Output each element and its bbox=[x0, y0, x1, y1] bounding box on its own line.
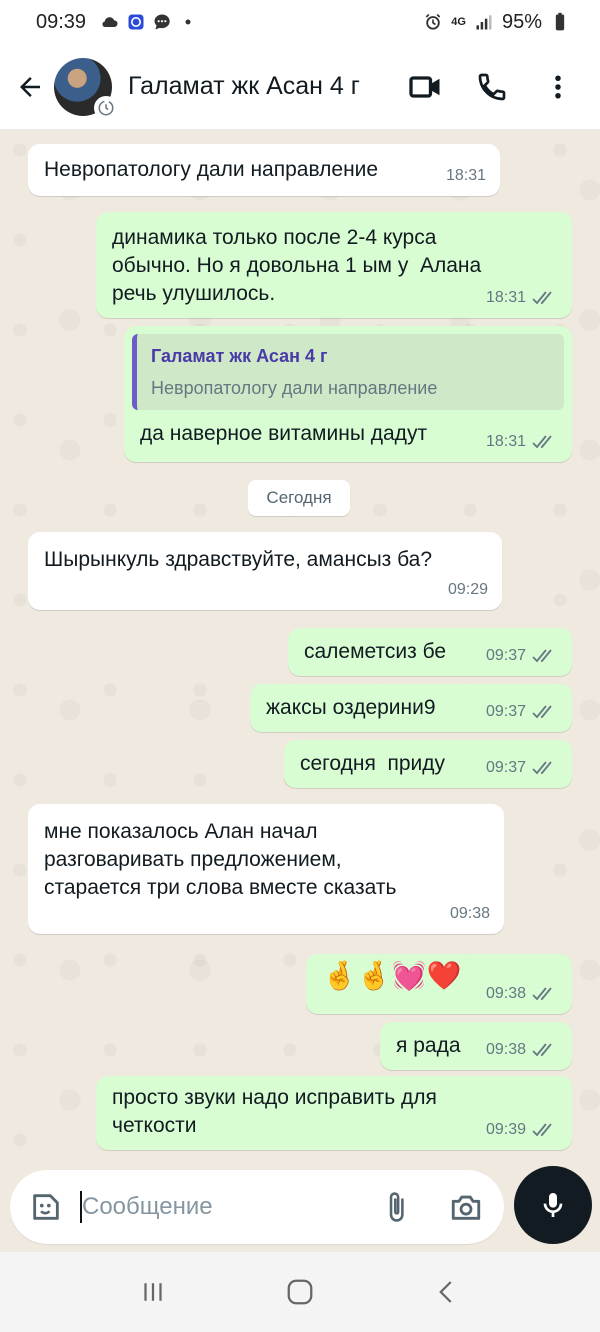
message-time: 18:31 bbox=[445, 167, 486, 184]
double-check-icon bbox=[532, 705, 552, 719]
back-button[interactable] bbox=[8, 65, 52, 109]
double-check-icon bbox=[532, 291, 552, 305]
double-check-icon bbox=[532, 1043, 552, 1057]
emoji-button[interactable] bbox=[28, 1189, 64, 1225]
quoted-message[interactable]: Галамат жк Асан 4 г Невропатологу дали н… bbox=[132, 334, 564, 410]
double-check-icon bbox=[532, 435, 552, 449]
more-options-button[interactable] bbox=[538, 67, 578, 107]
camera-icon bbox=[451, 1195, 481, 1220]
message-text: мне показалось Алан начал разговаривать … bbox=[44, 820, 397, 899]
sticker-icon bbox=[33, 1194, 59, 1220]
composer: Сообщение bbox=[0, 1166, 600, 1252]
network-type: 4G bbox=[451, 15, 466, 28]
message-time: 09:37 bbox=[485, 703, 526, 720]
microphone-icon bbox=[543, 1193, 563, 1217]
phone-icon bbox=[478, 73, 506, 100]
message-time: 09:37 bbox=[485, 647, 526, 664]
back-nav-button[interactable] bbox=[417, 1262, 477, 1322]
message-outgoing[interactable]: сегодня приду 09:37 bbox=[284, 740, 572, 788]
message-outgoing[interactable]: жаксы оздерини9 09:37 bbox=[250, 684, 572, 732]
message-outgoing[interactable]: салеметсиз бе 09:37 bbox=[288, 628, 572, 676]
voice-call-button[interactable] bbox=[472, 67, 512, 107]
battery-percent: 95% bbox=[501, 10, 542, 33]
camera-button[interactable] bbox=[446, 1187, 486, 1227]
video-call-icon bbox=[409, 75, 440, 98]
message-incoming[interactable]: Невропатологу дали направление 18:31 bbox=[28, 144, 500, 196]
message-time: 09:38 bbox=[485, 985, 526, 1002]
message-outgoing[interactable]: динамика только после 2-4 курса обычно. … bbox=[96, 212, 572, 318]
signal-icon bbox=[476, 15, 492, 30]
message-text: Невропатологу дали направление bbox=[44, 158, 379, 181]
notification-app-icon bbox=[128, 14, 144, 30]
video-call-button[interactable] bbox=[406, 67, 446, 107]
message-icon bbox=[154, 14, 170, 30]
message-incoming[interactable]: Шырынкуль здравствуйте, амансыз ба? 09:2… bbox=[28, 532, 502, 610]
message-input[interactable]: Сообщение bbox=[82, 1193, 213, 1221]
date-separator: Сегодня bbox=[248, 480, 350, 516]
battery-icon bbox=[555, 12, 565, 31]
home-icon bbox=[287, 1279, 313, 1305]
recent-apps-button[interactable] bbox=[123, 1262, 183, 1322]
voice-record-button[interactable] bbox=[514, 1166, 592, 1244]
back-arrow-icon bbox=[20, 76, 40, 97]
contact-name[interactable]: Галамат жк Асан 4 г bbox=[128, 72, 360, 101]
message-text: Шырынкуль здравствуйте, амансыз ба? bbox=[44, 548, 433, 571]
double-check-icon bbox=[532, 649, 552, 663]
more-vertical-icon bbox=[555, 75, 561, 98]
message-time: 18:31 bbox=[485, 433, 526, 450]
cloud-icon bbox=[102, 17, 118, 27]
double-check-icon bbox=[532, 987, 552, 1001]
message-input-bar[interactable]: Сообщение bbox=[10, 1170, 504, 1244]
chevron-left-icon bbox=[438, 1281, 452, 1303]
chat-area[interactable]: Невропатологу дали направление 18:31 дин… bbox=[0, 130, 600, 1170]
paperclip-icon bbox=[389, 1192, 404, 1222]
message-outgoing[interactable]: я рада 09:38 bbox=[380, 1022, 572, 1070]
system-navigation-bar bbox=[0, 1252, 600, 1332]
status-time: 09:39 bbox=[36, 10, 87, 33]
message-outgoing-emoji[interactable]: 🤞🤞💓❤️ 09:38 bbox=[306, 954, 572, 1014]
double-check-icon bbox=[532, 761, 552, 775]
dot-icon bbox=[185, 19, 191, 25]
double-check-icon bbox=[532, 1123, 552, 1137]
quote-author: Галамат жк Асан 4 г bbox=[151, 346, 328, 366]
quote-text: Невропатологу дали направление bbox=[151, 378, 438, 398]
message-time: 18:31 bbox=[485, 289, 526, 306]
status-bar: 09:39 4G 95% bbox=[0, 0, 600, 44]
message-time: 09:38 bbox=[485, 1041, 526, 1058]
recent-apps-icon bbox=[144, 1283, 162, 1301]
message-time: 09:29 bbox=[447, 581, 488, 598]
message-outgoing[interactable]: просто звуки надо исправить для четкости… bbox=[96, 1076, 572, 1150]
message-time: 09:38 bbox=[449, 905, 490, 922]
message-incoming[interactable]: мне показалось Алан начал разговаривать … bbox=[28, 804, 504, 934]
message-time: 09:39 bbox=[485, 1121, 526, 1138]
attach-button[interactable] bbox=[376, 1187, 416, 1227]
message-time: 09:37 bbox=[485, 759, 526, 776]
home-button[interactable] bbox=[270, 1262, 330, 1322]
message-outgoing-reply[interactable]: Галамат жк Асан 4 г Невропатологу дали н… bbox=[124, 326, 572, 462]
disappearing-timer-icon bbox=[94, 95, 118, 120]
chat-header: Галамат жк Асан 4 г bbox=[0, 44, 600, 130]
alarm-icon bbox=[426, 13, 441, 30]
contact-avatar[interactable] bbox=[54, 57, 118, 120]
